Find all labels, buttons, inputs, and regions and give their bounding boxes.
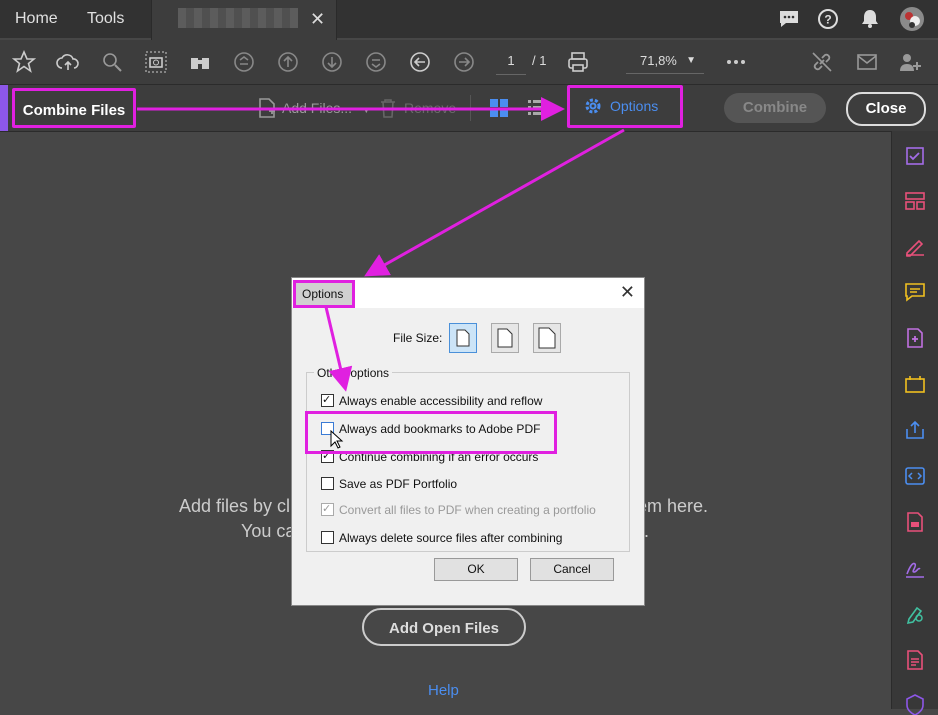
checkbox[interactable] <box>321 477 334 490</box>
right-tools-sidebar <box>891 131 938 715</box>
combine-accent-strip <box>0 85 8 131</box>
zoom-value: 71,8% <box>640 53 677 68</box>
export-pdf-icon[interactable] <box>904 511 926 533</box>
tab-bar: Home Tools ✕ ? <box>0 0 938 40</box>
page-total: / 1 <box>532 53 547 68</box>
tab-tools[interactable]: Tools <box>87 0 124 38</box>
form-icon[interactable] <box>904 649 926 671</box>
zoom-select[interactable]: 71,8% ▼ <box>626 48 704 74</box>
drop-instruction-text-right: em here. <box>637 496 709 516</box>
option-delete-source-files[interactable]: Always delete source files after combini… <box>321 530 562 546</box>
option-accessibility-reflow[interactable]: Always enable accessibility and reflow <box>321 392 543 409</box>
chat-icon[interactable] <box>778 8 800 35</box>
edit-pdf-icon[interactable] <box>904 327 926 349</box>
signature-icon[interactable] <box>904 557 926 579</box>
blurred-document-name <box>178 8 298 28</box>
tab-home[interactable]: Home <box>15 0 58 38</box>
option-label: Always enable accessibility and reflow <box>339 394 543 408</box>
options-button[interactable]: Options <box>567 85 683 128</box>
javascript-icon[interactable] <box>904 465 926 487</box>
zoom-icon[interactable] <box>100 50 124 74</box>
mail-icon[interactable] <box>855 50 879 74</box>
remove-button[interactable]: Remove <box>378 93 456 123</box>
small-file-icon <box>456 329 470 347</box>
organize-pages-icon[interactable] <box>904 190 926 212</box>
forward-icon[interactable] <box>452 50 476 74</box>
first-page-icon[interactable] <box>232 50 256 74</box>
cloud-upload-icon[interactable] <box>56 50 80 74</box>
ok-button[interactable]: OK <box>434 558 518 581</box>
option-convert-all-files: Convert all files to PDF when creating a… <box>321 501 596 518</box>
protect-icon[interactable] <box>904 693 926 715</box>
next-page-icon[interactable] <box>320 50 344 74</box>
chevron-down-icon: ▼ <box>361 105 371 115</box>
combine-button[interactable]: Combine <box>724 93 826 123</box>
print-icon[interactable] <box>566 50 590 74</box>
cancel-button[interactable]: Cancel <box>530 558 614 581</box>
last-page-icon[interactable] <box>364 50 388 74</box>
dialog-titlebar: Options ✕ <box>292 278 644 308</box>
back-icon[interactable] <box>408 50 432 74</box>
bell-icon[interactable] <box>859 8 881 35</box>
chevron-down-icon: ▼ <box>686 55 696 66</box>
add-files-label: Add Files... <box>282 100 353 116</box>
combine-files-title: Combine Files <box>12 88 136 128</box>
svg-text:?: ? <box>824 13 831 27</box>
main-toolbar: 1 / 1 71,8% ▼ <box>0 40 938 85</box>
checkbox[interactable] <box>321 392 334 408</box>
list-view-icon[interactable] <box>526 97 548 124</box>
option-save-portfolio[interactable]: Save as PDF Portfolio <box>321 476 457 492</box>
help-icon[interactable]: ? <box>817 8 839 35</box>
certificate-icon[interactable] <box>904 603 926 625</box>
mouse-cursor-icon <box>330 430 344 449</box>
large-file-icon <box>538 327 556 349</box>
tab-document[interactable]: ✕ <box>151 0 337 40</box>
avatar[interactable] <box>899 6 925 37</box>
checkbox[interactable] <box>321 531 334 544</box>
default-file-icon <box>497 328 513 348</box>
binoculars-icon[interactable] <box>188 50 212 74</box>
link-icon[interactable] <box>810 50 834 74</box>
file-size-label: File Size: <box>393 331 443 345</box>
close-tab-icon[interactable]: ✕ <box>310 9 325 30</box>
comment-icon[interactable] <box>904 281 926 303</box>
gear-icon <box>585 98 601 114</box>
annotation-arrow <box>364 128 625 277</box>
page-number-input[interactable]: 1 <box>496 48 526 75</box>
drop-instruction-text-line2: You ca <box>241 521 296 541</box>
fill-sign-icon[interactable] <box>904 235 926 257</box>
options-dialog: Options ✕ File Size: Other options Alway… <box>291 277 645 606</box>
previous-page-icon[interactable] <box>276 50 300 74</box>
share-icon[interactable] <box>904 419 926 441</box>
combine-files-bar: Combine Files Add Files... ▼ Remove Opti… <box>0 85 938 132</box>
add-files-button[interactable]: Add Files... ▼ <box>256 93 371 123</box>
option-label: Convert all files to PDF when creating a… <box>339 503 596 517</box>
options-label: Options <box>610 98 659 114</box>
other-options-label: Other options <box>314 366 393 380</box>
add-user-icon[interactable] <box>898 50 922 74</box>
option-label: Save as PDF Portfolio <box>339 477 458 491</box>
star-icon[interactable] <box>11 49 37 74</box>
snapshot-icon[interactable] <box>144 50 168 74</box>
more-icon[interactable] <box>724 50 748 74</box>
toolbar-divider <box>470 95 471 121</box>
file-size-default-button[interactable] <box>491 323 519 353</box>
stamp-icon[interactable] <box>904 373 926 395</box>
drop-instruction-text-left: Add files by cl <box>179 496 291 516</box>
option-label: Always delete source files after combini… <box>339 531 563 545</box>
remove-label: Remove <box>404 100 457 116</box>
help-link[interactable]: Help <box>428 682 459 699</box>
checklist-icon[interactable] <box>904 145 926 167</box>
checkbox <box>321 501 334 517</box>
dialog-title: Options <box>293 280 355 308</box>
close-button[interactable]: Close <box>846 92 926 126</box>
dialog-close-icon[interactable]: ✕ <box>620 282 635 303</box>
trash-icon <box>381 99 395 118</box>
file-size-small-button[interactable] <box>449 323 477 353</box>
grid-view-icon[interactable] <box>488 97 510 124</box>
file-size-large-button[interactable] <box>533 323 561 353</box>
add-file-icon <box>259 98 275 118</box>
add-open-files-button[interactable]: Add Open Files <box>362 608 526 646</box>
